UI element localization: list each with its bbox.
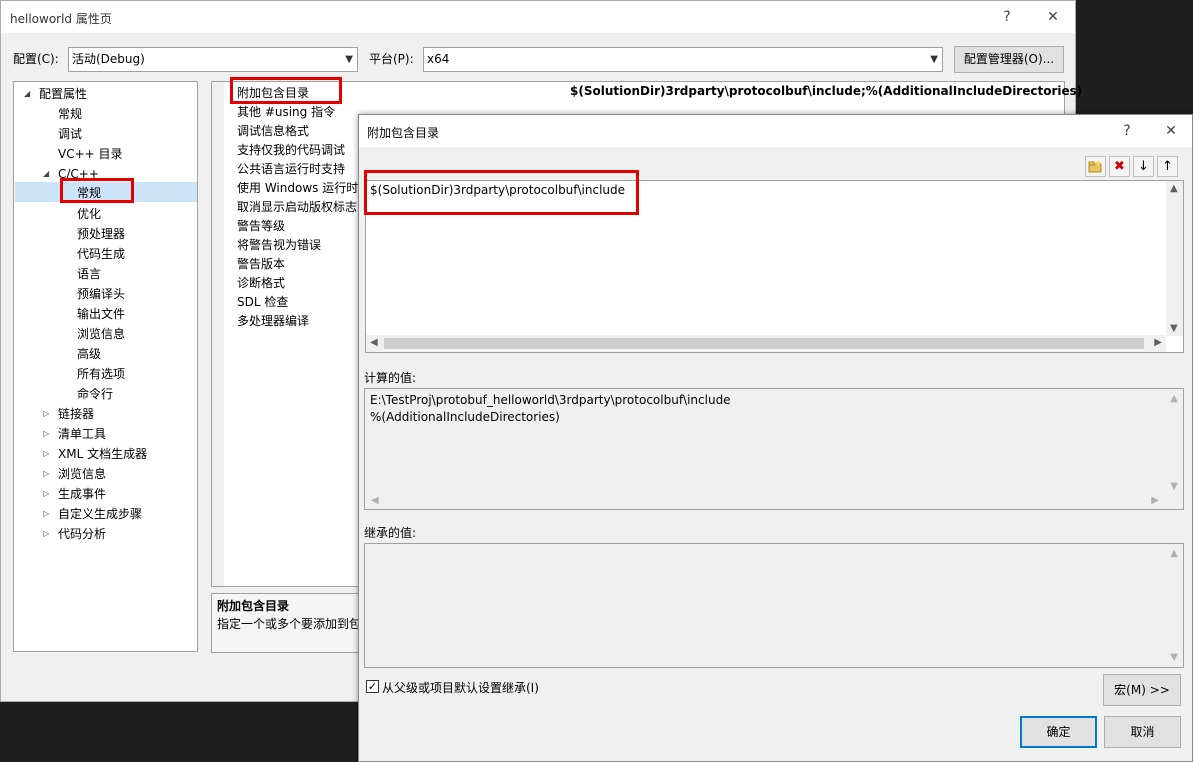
config-manager-button[interactable]: 配置管理器(O)... xyxy=(954,46,1064,73)
grid-row[interactable]: 取消显示启动版权标志 xyxy=(237,198,357,217)
dialog-title: 附加包含目录 xyxy=(367,126,440,140)
grid-value-additional-include[interactable]: $(SolutionDir)3rdparty\protocolbuf\inclu… xyxy=(570,84,1082,98)
inherit-checkbox-label[interactable]: 从父级或项目默认设置继承(I) xyxy=(382,679,539,696)
new-folder-icon[interactable] xyxy=(1085,156,1106,177)
property-tree: ◢ 配置属性 常规 调试 VC++ 目录 ◢ C/C++ 常规 优化 预处理器 … xyxy=(13,81,198,652)
grid-row[interactable]: SDL 检查 xyxy=(237,293,288,312)
tree-item-precompiled-headers[interactable]: 预编译头 xyxy=(77,284,125,304)
tree-item-config-properties[interactable]: 配置属性 xyxy=(39,84,87,104)
scroll-left-icon[interactable]: ◀ xyxy=(371,495,379,506)
vertical-scrollbar[interactable]: ▲ ▼ xyxy=(1166,181,1183,336)
grid-row[interactable]: 将警告视为错误 xyxy=(237,236,321,255)
tree-item-manifest-tool[interactable]: 清单工具 xyxy=(58,424,106,444)
platform-combo[interactable]: x64 ▼ xyxy=(423,47,943,72)
help-button[interactable]: ? xyxy=(995,7,1019,27)
macros-button[interactable]: 宏(M) >> xyxy=(1103,674,1181,706)
tree-item-all-options[interactable]: 所有选项 xyxy=(77,364,125,384)
computed-values-label: 计算的值: xyxy=(364,371,417,385)
scroll-up-icon[interactable]: ▲ xyxy=(1170,393,1178,404)
collapsed-caret-icon[interactable]: ▷ xyxy=(43,444,49,464)
tree-item-code-generation[interactable]: 代码生成 xyxy=(77,244,125,264)
expanded-caret-icon[interactable]: ◢ xyxy=(24,84,30,104)
grid-row[interactable]: 警告版本 xyxy=(237,255,285,274)
scroll-down-icon[interactable]: ▼ xyxy=(1170,652,1178,663)
config-value: 活动(Debug) xyxy=(72,52,145,66)
chevron-down-icon: ▼ xyxy=(345,54,353,65)
dialog-help-button[interactable]: ? xyxy=(1115,121,1139,141)
cancel-button[interactable]: 取消 xyxy=(1104,716,1181,748)
grid-row[interactable]: 公共语言运行时支持 xyxy=(237,160,345,179)
collapsed-caret-icon[interactable]: ▷ xyxy=(43,464,49,484)
tree-item-debugging[interactable]: 调试 xyxy=(58,124,82,144)
highlight-box xyxy=(60,178,134,203)
inherited-values-box: ▲ ▼ xyxy=(364,543,1184,668)
tree-item-general[interactable]: 常规 xyxy=(58,104,82,124)
tree-item-command-line[interactable]: 命令行 xyxy=(77,384,113,404)
computed-values-box: E:\TestProj\protobuf_helloworld\3rdparty… xyxy=(364,388,1184,510)
grid-gutter xyxy=(212,82,224,586)
tree-item-custom-build-step[interactable]: 自定义生成步骤 xyxy=(58,504,142,524)
expanded-caret-icon[interactable]: ◢ xyxy=(43,164,49,184)
move-down-icon[interactable]: ↓ xyxy=(1133,156,1154,177)
tree-item-advanced[interactable]: 高级 xyxy=(77,344,101,364)
chevron-down-icon: ▼ xyxy=(930,54,938,65)
platform-value: x64 xyxy=(427,52,450,66)
ok-button[interactable]: 确定 xyxy=(1020,716,1097,748)
highlight-box xyxy=(230,77,342,104)
inherit-checkbox[interactable]: ✓ xyxy=(366,680,379,693)
highlight-box xyxy=(364,170,639,215)
grid-row[interactable]: 多处理器编译 xyxy=(237,312,309,331)
tree-item-build-events[interactable]: 生成事件 xyxy=(58,484,106,504)
platform-label: 平台(P): xyxy=(369,52,414,66)
tree-item-browse-info[interactable]: 浏览信息 xyxy=(77,324,125,344)
close-button[interactable]: ✕ xyxy=(1041,7,1065,27)
description-text: 指定一个或多个要添加到包 xyxy=(217,617,362,631)
title-bar: helloworld 属性页 ? ✕ xyxy=(1,1,1075,33)
collapsed-caret-icon[interactable]: ▷ xyxy=(43,424,49,444)
computed-line: %(AdditionalIncludeDirectories) xyxy=(370,410,560,424)
additional-include-dialog: 附加包含目录 ? ✕ ✖ ↓ ↑ $(SolutionDir)3rdparty\… xyxy=(358,114,1193,762)
computed-line: E:\TestProj\protobuf_helloworld\3rdparty… xyxy=(370,393,731,407)
grid-row[interactable]: 诊断格式 xyxy=(237,274,285,293)
scroll-right-icon[interactable]: ▶ xyxy=(1151,495,1159,506)
collapsed-caret-icon[interactable]: ▷ xyxy=(43,504,49,524)
scroll-right-icon[interactable]: ▶ xyxy=(1154,337,1162,348)
window-title: helloworld 属性页 xyxy=(10,12,112,26)
grid-row[interactable]: 调试信息格式 xyxy=(237,122,309,141)
description-title: 附加包含目录 xyxy=(217,599,290,613)
inherited-values-label: 继承的值: xyxy=(364,526,417,540)
delete-icon[interactable]: ✖ xyxy=(1109,156,1130,177)
scroll-down-icon[interactable]: ▼ xyxy=(1170,323,1178,334)
tree-item-language[interactable]: 语言 xyxy=(77,264,101,284)
tree-item-vc-directories[interactable]: VC++ 目录 xyxy=(58,144,123,164)
scroll-up-icon[interactable]: ▲ xyxy=(1170,548,1178,559)
tree-item-linker[interactable]: 链接器 xyxy=(58,404,94,424)
tree-item-preprocessor[interactable]: 预处理器 xyxy=(77,224,125,244)
scroll-left-icon[interactable]: ◀ xyxy=(370,337,378,348)
grid-row[interactable]: 警告等级 xyxy=(237,217,285,236)
tree-item-browse-information[interactable]: 浏览信息 xyxy=(58,464,106,484)
grid-row[interactable]: 使用 Windows 运行时 xyxy=(237,179,358,198)
collapsed-caret-icon[interactable]: ▷ xyxy=(43,524,49,544)
tree-item-output-files[interactable]: 输出文件 xyxy=(77,304,125,324)
collapsed-caret-icon[interactable]: ▷ xyxy=(43,484,49,504)
tree-item-xml-doc-generator[interactable]: XML 文档生成器 xyxy=(58,444,147,464)
config-combo[interactable]: 活动(Debug) ▼ xyxy=(68,47,358,72)
grid-row[interactable]: 其他 #using 指令 xyxy=(237,103,335,122)
scroll-down-icon[interactable]: ▼ xyxy=(1170,481,1178,492)
tree-item-optimization[interactable]: 优化 xyxy=(77,204,101,224)
scroll-up-icon[interactable]: ▲ xyxy=(1170,183,1178,194)
scroll-thumb[interactable] xyxy=(384,338,1144,349)
move-up-icon[interactable]: ↑ xyxy=(1157,156,1178,177)
collapsed-caret-icon[interactable]: ▷ xyxy=(43,404,49,424)
dialog-close-button[interactable]: ✕ xyxy=(1159,121,1183,141)
grid-row[interactable]: 支持仅我的代码调试 xyxy=(237,141,345,160)
tree-item-code-analysis[interactable]: 代码分析 xyxy=(58,524,106,544)
dialog-title-bar: 附加包含目录 ? ✕ xyxy=(359,115,1192,147)
config-label: 配置(C): xyxy=(13,52,59,66)
horizontal-scrollbar[interactable]: ◀ ▶ xyxy=(366,335,1166,352)
